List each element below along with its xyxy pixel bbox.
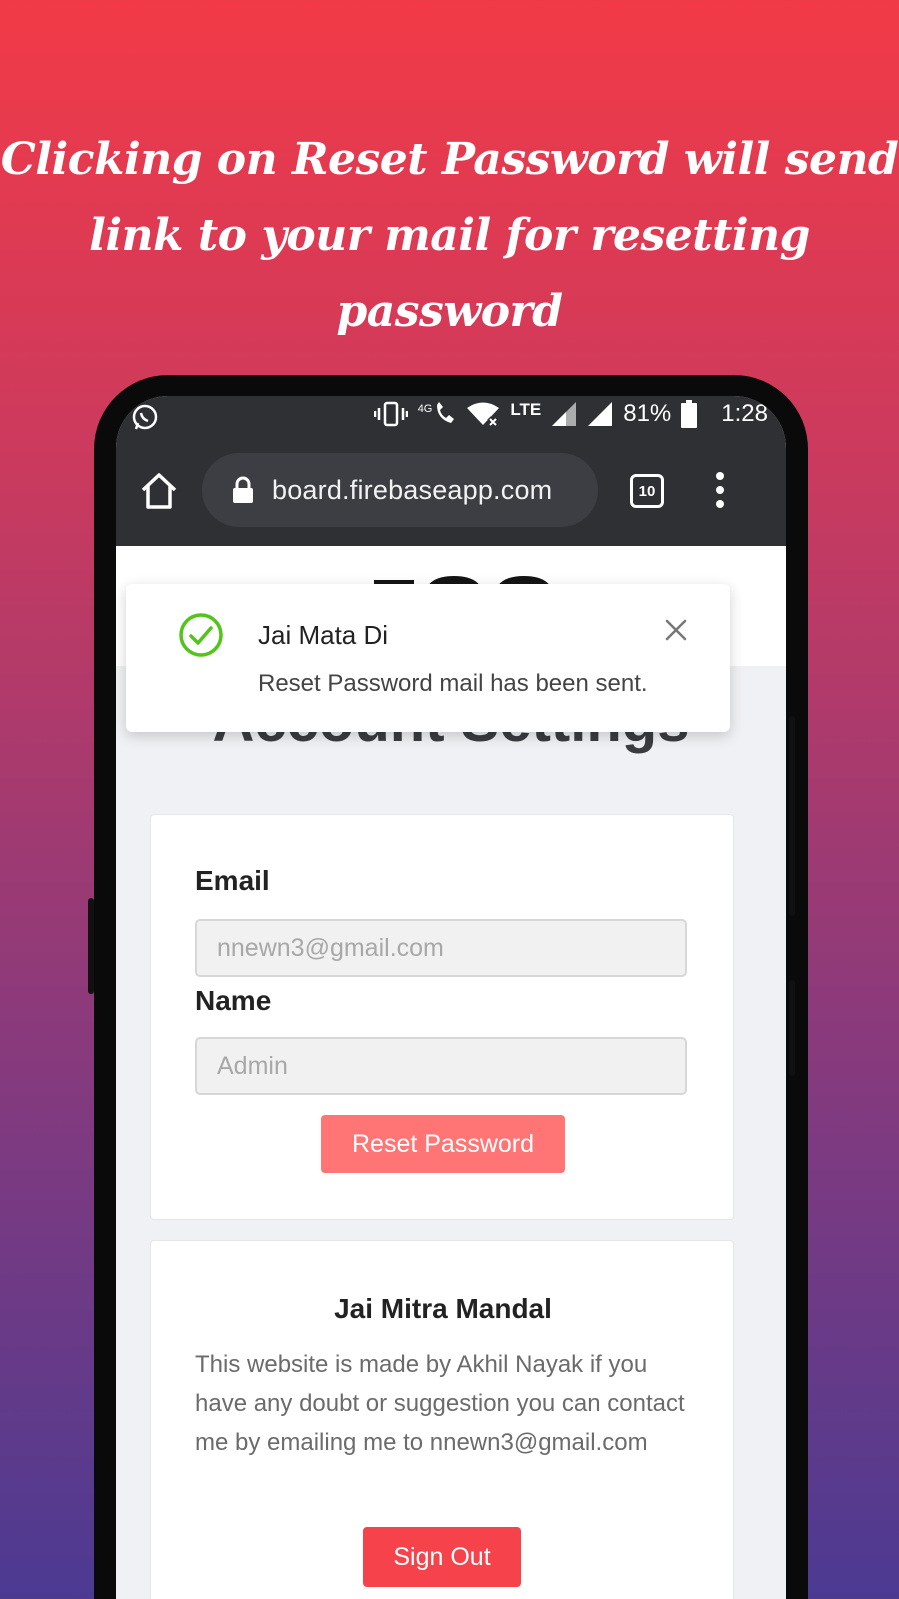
close-icon[interactable] <box>664 618 688 642</box>
check-circle-icon <box>179 613 223 657</box>
tab-count: 10 <box>638 482 656 500</box>
home-icon[interactable] <box>138 470 180 512</box>
name-field[interactable] <box>195 1037 687 1095</box>
sign-out-button[interactable]: Sign Out <box>363 1527 521 1587</box>
browser-toolbar: board.firebaseapp.com 10 <box>116 440 786 546</box>
url-text: board.firebaseapp.com <box>272 474 553 505</box>
network-4g-label: 4G <box>417 403 433 415</box>
vibrate-icon <box>373 401 408 427</box>
whatsapp-icon <box>132 404 158 430</box>
email-field[interactable] <box>195 919 687 977</box>
address-bar[interactable]: board.firebaseapp.com <box>202 453 598 527</box>
battery-percent: 81% <box>623 400 672 427</box>
signal-icon <box>552 402 577 426</box>
lock-icon <box>233 476 253 503</box>
account-form-card: Email Name Reset Password <box>150 814 734 1220</box>
footer-card: Jai Mitra Mandal This website is made by… <box>150 1240 734 1599</box>
status-bar: 4G LTE 81% 1:28 <box>116 396 786 440</box>
footer-title: Jai Mitra Mandal <box>334 1293 552 1324</box>
network-lte-label: LTE <box>510 400 542 419</box>
phone-side-button-left <box>88 898 94 994</box>
more-menu-icon[interactable] <box>712 470 728 510</box>
phone-power-button <box>789 980 795 1076</box>
reset-password-button[interactable]: Reset Password <box>321 1115 565 1173</box>
status-icons: 4G LTE 81% 1:28 <box>373 400 768 428</box>
battery-icon <box>681 400 698 428</box>
toast-message: Reset Password mail has been sent. <box>258 670 648 697</box>
footer-text: This website is made by Akhil Nayak if y… <box>195 1351 685 1456</box>
tab-switcher-button[interactable]: 10 <box>630 474 664 508</box>
signal-icon-2 <box>588 402 613 426</box>
phone-volume-button <box>789 716 795 916</box>
phone-screen: 4G LTE 81% 1:28 board.firebaseapp.com 10… <box>116 396 786 1599</box>
clock: 1:28 <box>721 400 768 427</box>
email-label: Email <box>195 865 270 896</box>
toast-notification: Jai Mata Di Reset Password mail has been… <box>126 584 730 732</box>
toast-title: Jai Mata Di <box>258 620 389 650</box>
promo-line-1: Clicking on Reset Password will send <box>0 134 899 185</box>
wifi-calling-icon <box>437 402 455 423</box>
wifi-icon <box>467 402 500 427</box>
promo-caption: Clicking on Reset Password will send lin… <box>0 122 899 350</box>
promo-line-2: link to your mail for resetting password <box>89 210 810 337</box>
name-label: Name <box>195 985 272 1016</box>
